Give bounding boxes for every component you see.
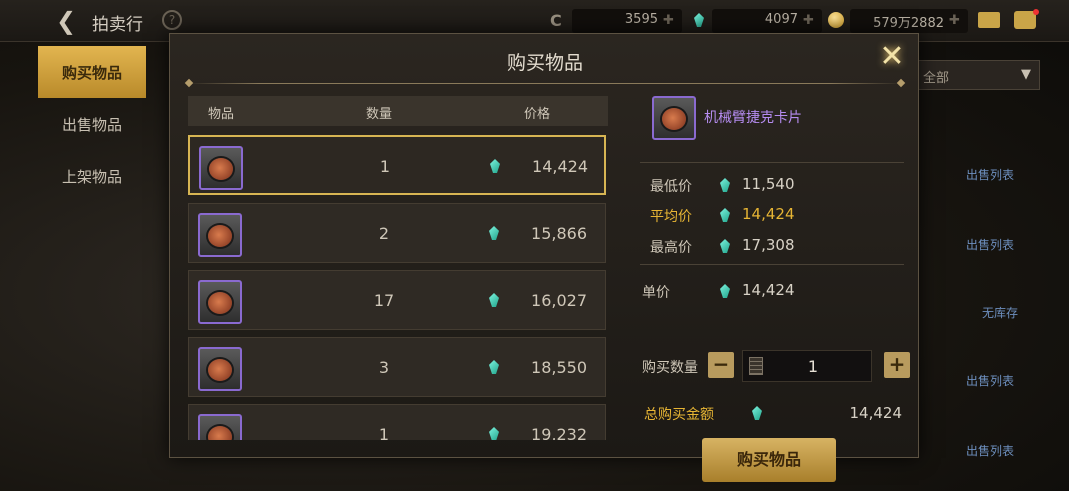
table-row[interactable]: 3 18,550 [188,337,606,397]
resource-value-3: 579万2882 [873,16,944,31]
row-qty: 17 [373,291,395,310]
table-row[interactable]: 2 15,866 [188,203,606,263]
table-row[interactable]: 1 19,232 [188,404,606,440]
max-price-value: 17,308 [742,236,795,254]
chevron-down-icon: ▼ [1021,67,1031,82]
increase-quantity-button[interactable]: + [884,352,910,378]
item-card-icon [198,347,242,391]
sell-list-link[interactable]: 出售列表 [966,236,1014,253]
add-resource-icon[interactable]: ✚ [949,13,960,28]
resource-value-2: 4097 [764,12,798,27]
gem-icon [720,208,730,222]
sell-list-link[interactable]: 出售列表 [966,372,1014,389]
sell-list-link[interactable]: 出售列表 [966,166,1014,183]
gem-icon [489,360,499,374]
total-label: 总购买金额 [644,407,714,423]
gem-icon [489,293,499,307]
avg-price-label: 平均价 [650,209,692,225]
add-resource-icon[interactable]: ✚ [803,13,814,28]
decrease-quantity-button[interactable]: − [708,352,734,378]
row-price: 15,866 [531,224,587,243]
gem-icon [490,159,500,173]
row-qty: 3 [378,358,390,377]
dialog-title: 购买物品 [506,52,583,74]
tab-sell-items[interactable]: 出售物品 [38,98,146,150]
help-icon[interactable]: ? [162,10,182,30]
max-price-label: 最高价 [650,240,692,256]
item-card-icon [198,280,242,324]
total-value: 14,424 [849,404,903,422]
item-card-icon [198,213,242,257]
row-price: 16,027 [531,291,587,310]
sell-list-link[interactable]: 出售列表 [966,442,1014,459]
col-price: 价格 [524,107,551,122]
buy-item-button[interactable]: 购买物品 [702,438,836,482]
currency-c-icon: C [550,11,562,30]
gem-icon [720,284,730,298]
quantity-value: 1 [807,357,819,376]
item-card-icon [652,96,696,140]
side-nav: 购买物品 出售物品 上架物品 [38,46,146,202]
tab-buy-items[interactable]: 购买物品 [38,46,146,98]
page-title: 拍卖行 [92,15,143,35]
mail-icon[interactable] [978,12,1000,28]
filter-value: 全部 [923,71,950,86]
table-header: 物品 数量 价格 [188,96,608,126]
table-row[interactable]: 17 16,027 [188,270,606,330]
filter-dropdown[interactable]: 全部 ▼ [918,60,1040,90]
gem-icon [694,13,704,27]
purchase-panel: 机械臂捷克卡片 最低价 11,540 平均价 14,424 最高价 17,308… [636,94,910,482]
row-qty: 2 [378,224,390,243]
quantity-input[interactable]: 1 [742,350,872,382]
item-card-icon [199,146,243,190]
gem-icon [489,226,499,240]
min-price-value: 11,540 [742,175,795,193]
row-qty: 1 [379,157,391,176]
add-resource-icon[interactable]: ✚ [663,13,674,28]
notification-dot [1033,9,1039,15]
table-row[interactable]: 1 14,424 [188,135,606,195]
col-item: 物品 [208,107,235,122]
row-price: 18,550 [531,358,587,377]
row-price: 14,424 [532,157,588,176]
no-stock-label: 无库存 [982,306,1019,320]
divider-ornament [896,78,906,88]
gem-icon [489,427,499,440]
buy-item-dialog: 购买物品 ✕ 物品 数量 价格 1 14,424 2 15,866 17 16,… [169,33,919,482]
unit-price-label: 单价 [642,285,670,301]
gem-icon [720,239,730,253]
col-qty: 数量 [366,107,393,122]
title-divider [188,83,902,84]
close-icon[interactable]: ✕ [876,42,908,74]
back-arrow-icon[interactable]: ❮ [56,8,82,34]
divider [640,264,904,265]
item-name: 机械臂捷克卡片 [704,110,802,126]
calculator-icon[interactable] [749,357,763,375]
gold-coin-icon [828,12,844,28]
row-qty: 1 [378,425,390,440]
listing-table: 物品 数量 价格 1 14,424 2 15,866 17 16,027 3 1… [186,94,610,440]
quantity-label: 购买数量 [642,360,698,376]
unit-price-value: 14,424 [742,281,795,299]
tab-listed-items[interactable]: 上架物品 [38,150,146,202]
resource-value-1: 3595 [624,12,658,27]
row-price: 19,232 [531,425,587,440]
min-price-label: 最低价 [650,179,692,195]
gem-icon [720,178,730,192]
divider [640,162,904,163]
divider-ornament [184,78,194,88]
avg-price-value: 14,424 [742,205,795,223]
item-card-icon [198,414,242,440]
gem-icon [752,406,762,420]
